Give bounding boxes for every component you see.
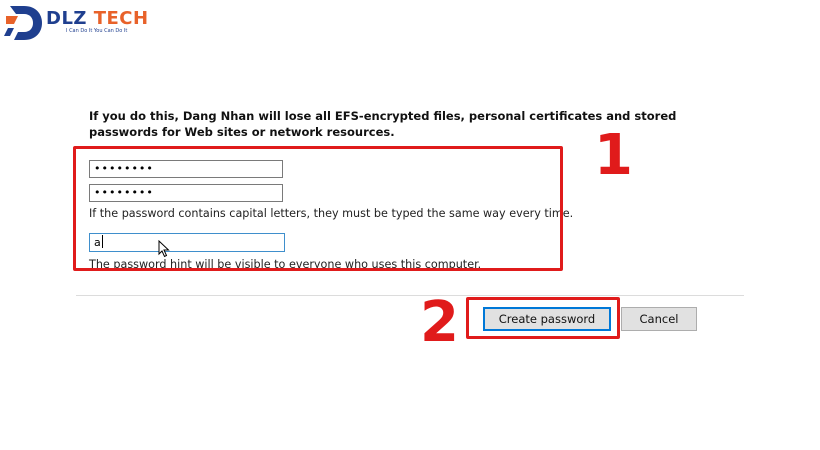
highlight-box-step1	[73, 146, 563, 271]
brand-name: DLZ TECH	[46, 8, 149, 29]
step-number-2: 2	[420, 290, 459, 355]
brand-slogan: I Can Do It You Can Do It	[66, 28, 128, 34]
step-number-1: 1	[594, 123, 633, 188]
brand-logo: DLZ TECH I Can Do It You Can Do It	[4, 2, 154, 46]
dialog-separator	[76, 295, 744, 296]
highlight-box-step2	[466, 297, 620, 339]
cancel-button[interactable]: Cancel	[621, 307, 697, 331]
dlz-logo-icon	[4, 6, 42, 40]
